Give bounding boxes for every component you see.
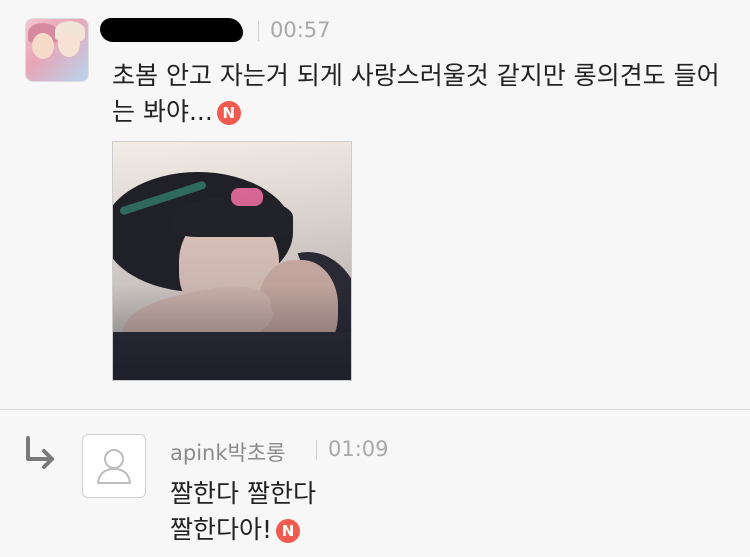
- meta-separator: [258, 21, 259, 41]
- post-timestamp: 00:57: [270, 18, 331, 42]
- reply-line-2: 짤한다아! N: [170, 512, 710, 548]
- avatar-face-right: [58, 31, 80, 57]
- reply-line-1: 짤한다 짤한다: [170, 479, 316, 508]
- reply-avatar[interactable]: [82, 434, 146, 498]
- avatar-face-left: [32, 33, 54, 59]
- default-user-icon: [97, 449, 131, 484]
- reply-body: 짤한다 짤한다 짤한다아! N: [170, 476, 710, 548]
- author-avatar[interactable]: [25, 18, 89, 82]
- new-badge-icon: N: [216, 101, 241, 125]
- attached-photo[interactable]: [112, 141, 352, 381]
- post-body: 초봄 안고 자는거 되게 사랑스러울것 같지만 롱의견도 들어는 봐야... N: [112, 58, 732, 130]
- new-badge-icon: N: [276, 519, 301, 543]
- reply-username[interactable]: apink박초롱: [170, 437, 285, 467]
- reply-timestamp: 01:09: [328, 437, 389, 461]
- post-body-text: 초봄 안고 자는거 되게 사랑스러울것 같지만 롱의견도 들어는 봐야...: [112, 61, 720, 126]
- comment-post: 00:57 초봄 안고 자는거 되게 사랑스러울것 같지만 롱의견도 들어는 봐…: [0, 0, 750, 410]
- reply-line-2-text: 짤한다아!: [170, 515, 273, 544]
- redacted-username: [100, 18, 243, 42]
- photo-shade: [113, 142, 351, 380]
- reply-arrow-icon: [26, 436, 54, 469]
- reply-comment: apink박초롱 01:09 짤한다 짤한다 짤한다아! N: [0, 410, 750, 557]
- meta-separator: [316, 440, 317, 460]
